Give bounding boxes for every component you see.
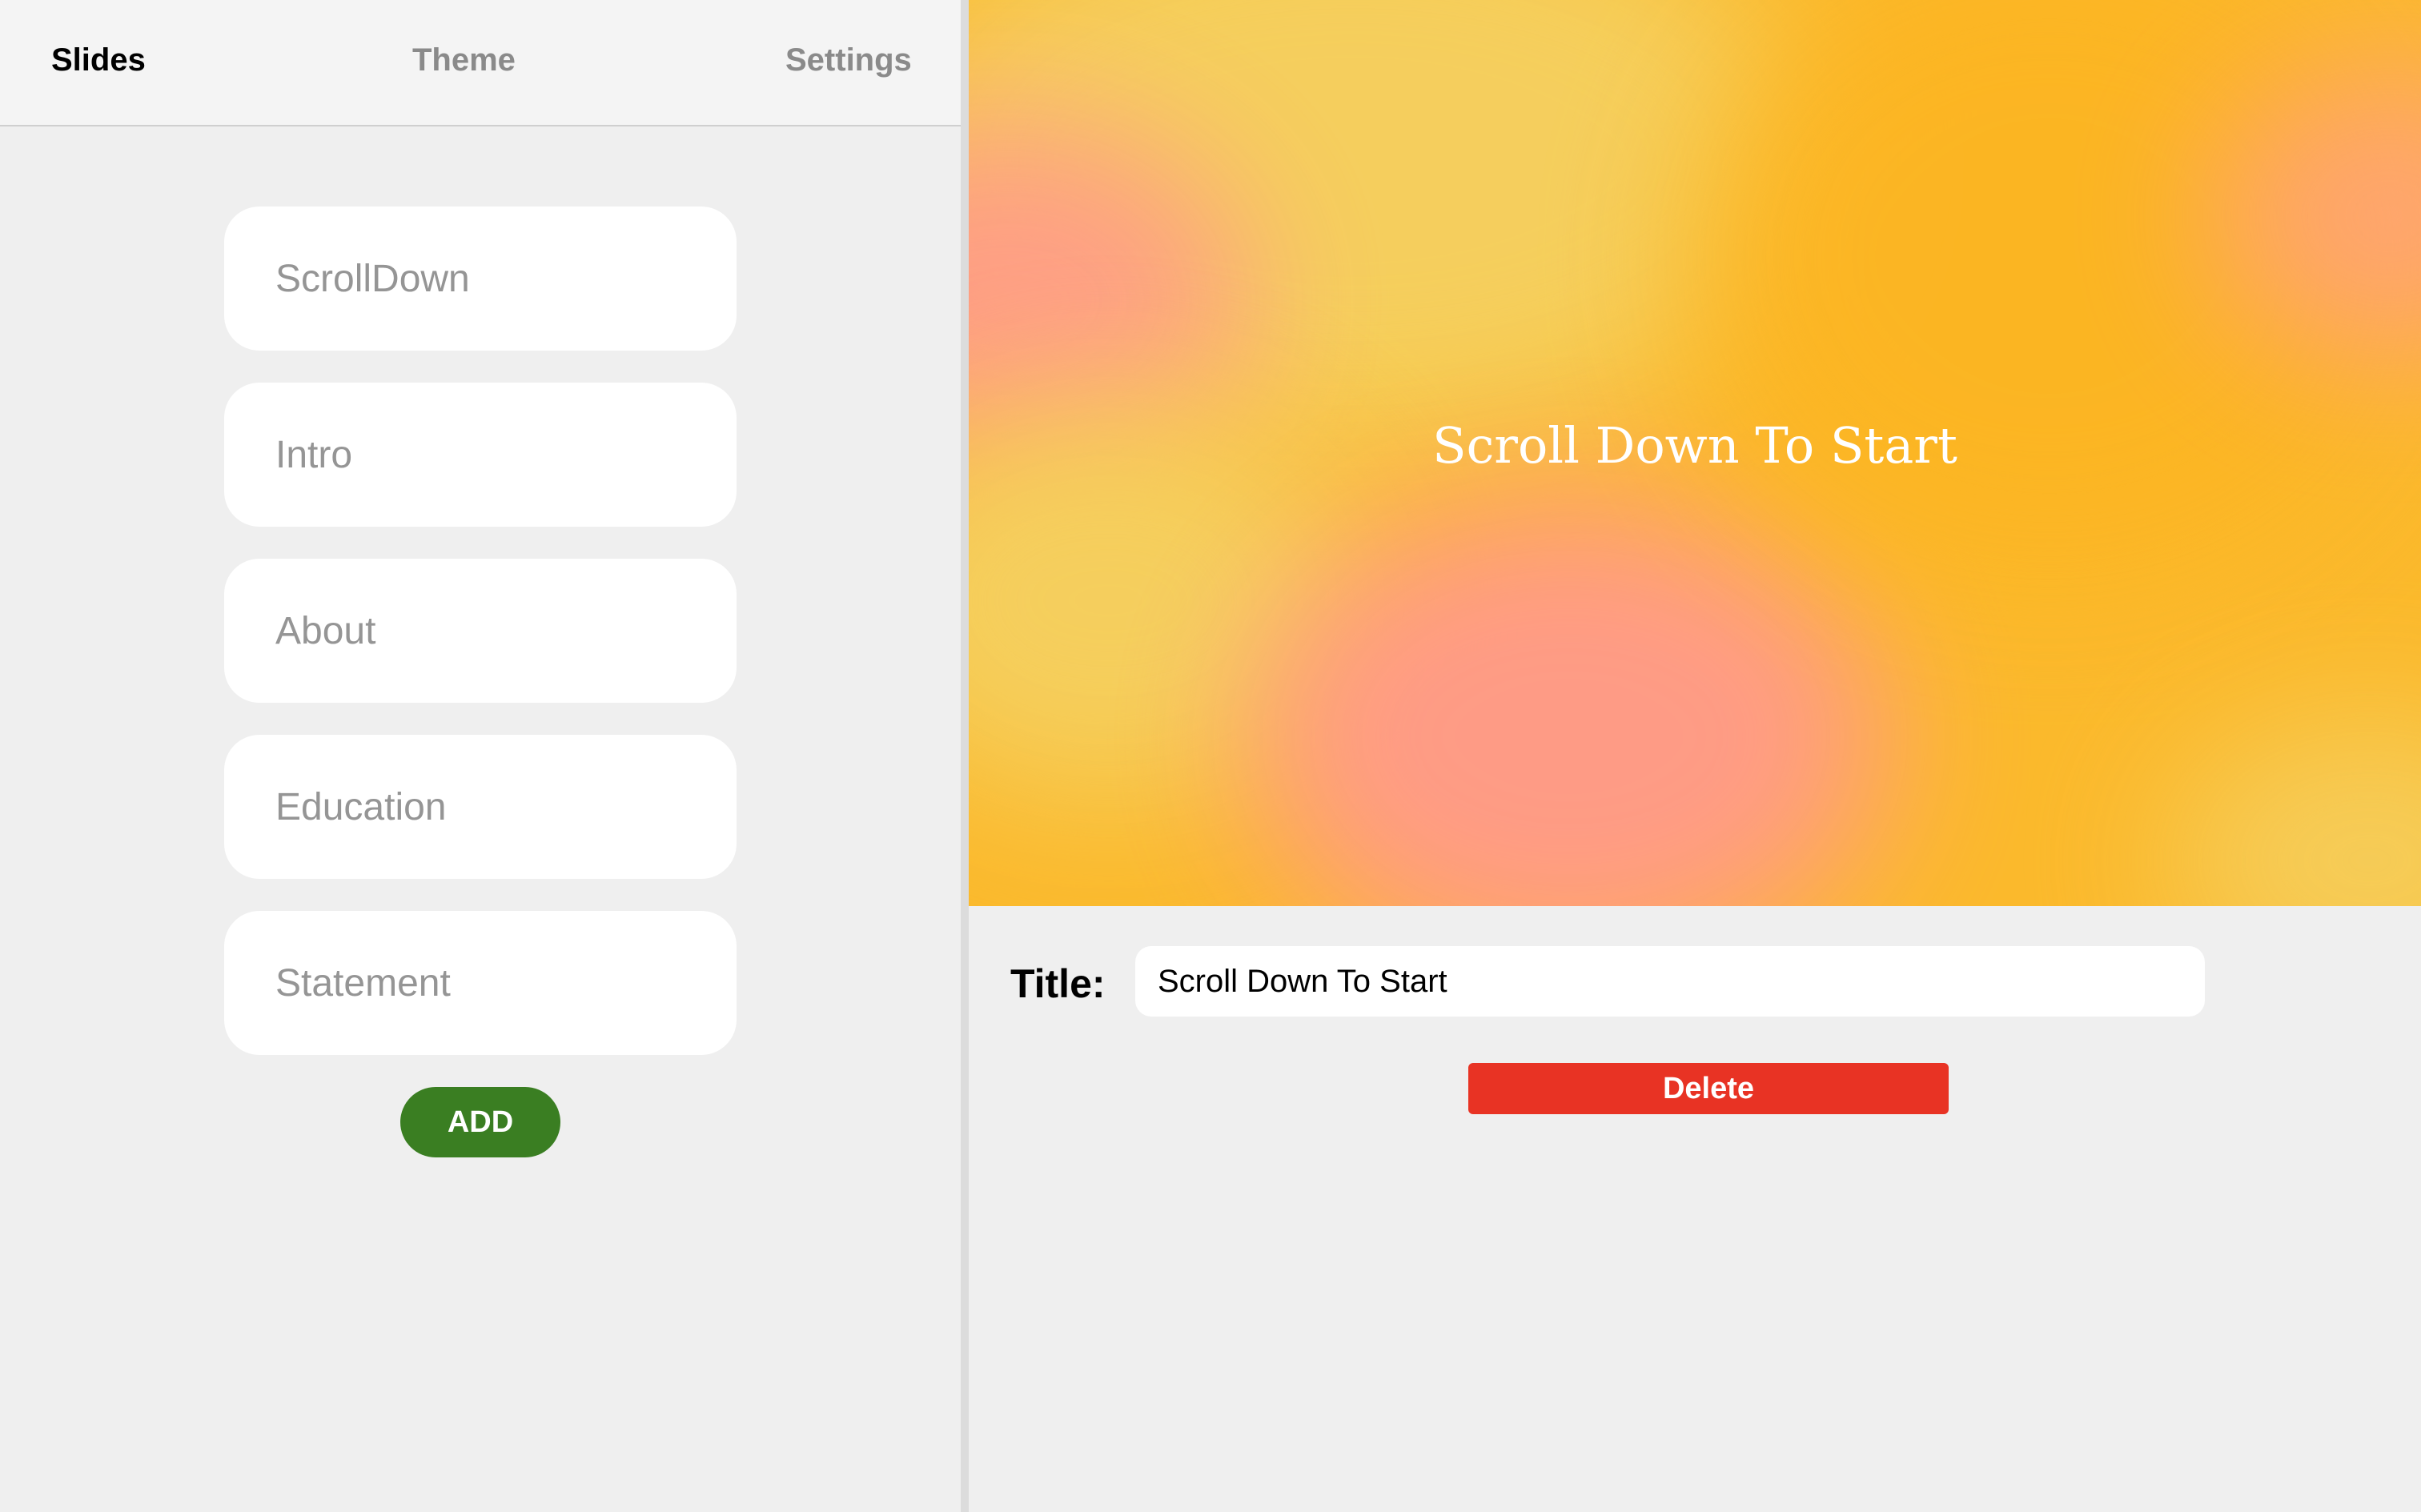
slide-item-intro[interactable]: Intro (224, 383, 737, 527)
slide-item-statement[interactable]: Statement (224, 911, 737, 1055)
right-panel: Scroll Down To Start Title: Delete (969, 0, 2421, 1512)
left-panel: Slides Theme Settings ScrollDown Intro A… (0, 0, 961, 1512)
slide-item-label: Intro (275, 433, 353, 476)
slide-item-label: About (275, 609, 376, 652)
preview-title: Scroll Down To Start (1432, 416, 1957, 475)
slide-item-label: Education (275, 785, 447, 828)
tab-bar: Slides Theme Settings (0, 0, 961, 126)
tab-slides[interactable]: Slides (51, 40, 146, 80)
app-window: Slides Theme Settings ScrollDown Intro A… (0, 0, 2421, 1512)
add-slide-button[interactable]: ADD (400, 1087, 560, 1157)
tab-settings[interactable]: Settings (785, 40, 912, 80)
slide-item-label: Statement (275, 961, 451, 1005)
slide-item-about[interactable]: About (224, 559, 737, 703)
slide-list: ScrollDown Intro About Education Stateme… (224, 207, 737, 1087)
slide-item-label: ScrollDown (275, 257, 470, 300)
slide-item-education[interactable]: Education (224, 735, 737, 879)
slide-item-scrolldown[interactable]: ScrollDown (224, 207, 737, 351)
tab-theme[interactable]: Theme (412, 40, 516, 80)
panel-divider[interactable] (961, 0, 969, 1512)
preview-gradient-blob (2170, 720, 2421, 906)
title-input[interactable] (1135, 946, 2205, 1017)
delete-slide-button[interactable]: Delete (1468, 1063, 1949, 1114)
slide-preview: Scroll Down To Start (969, 0, 2421, 906)
title-label: Title: (1010, 961, 1106, 1006)
